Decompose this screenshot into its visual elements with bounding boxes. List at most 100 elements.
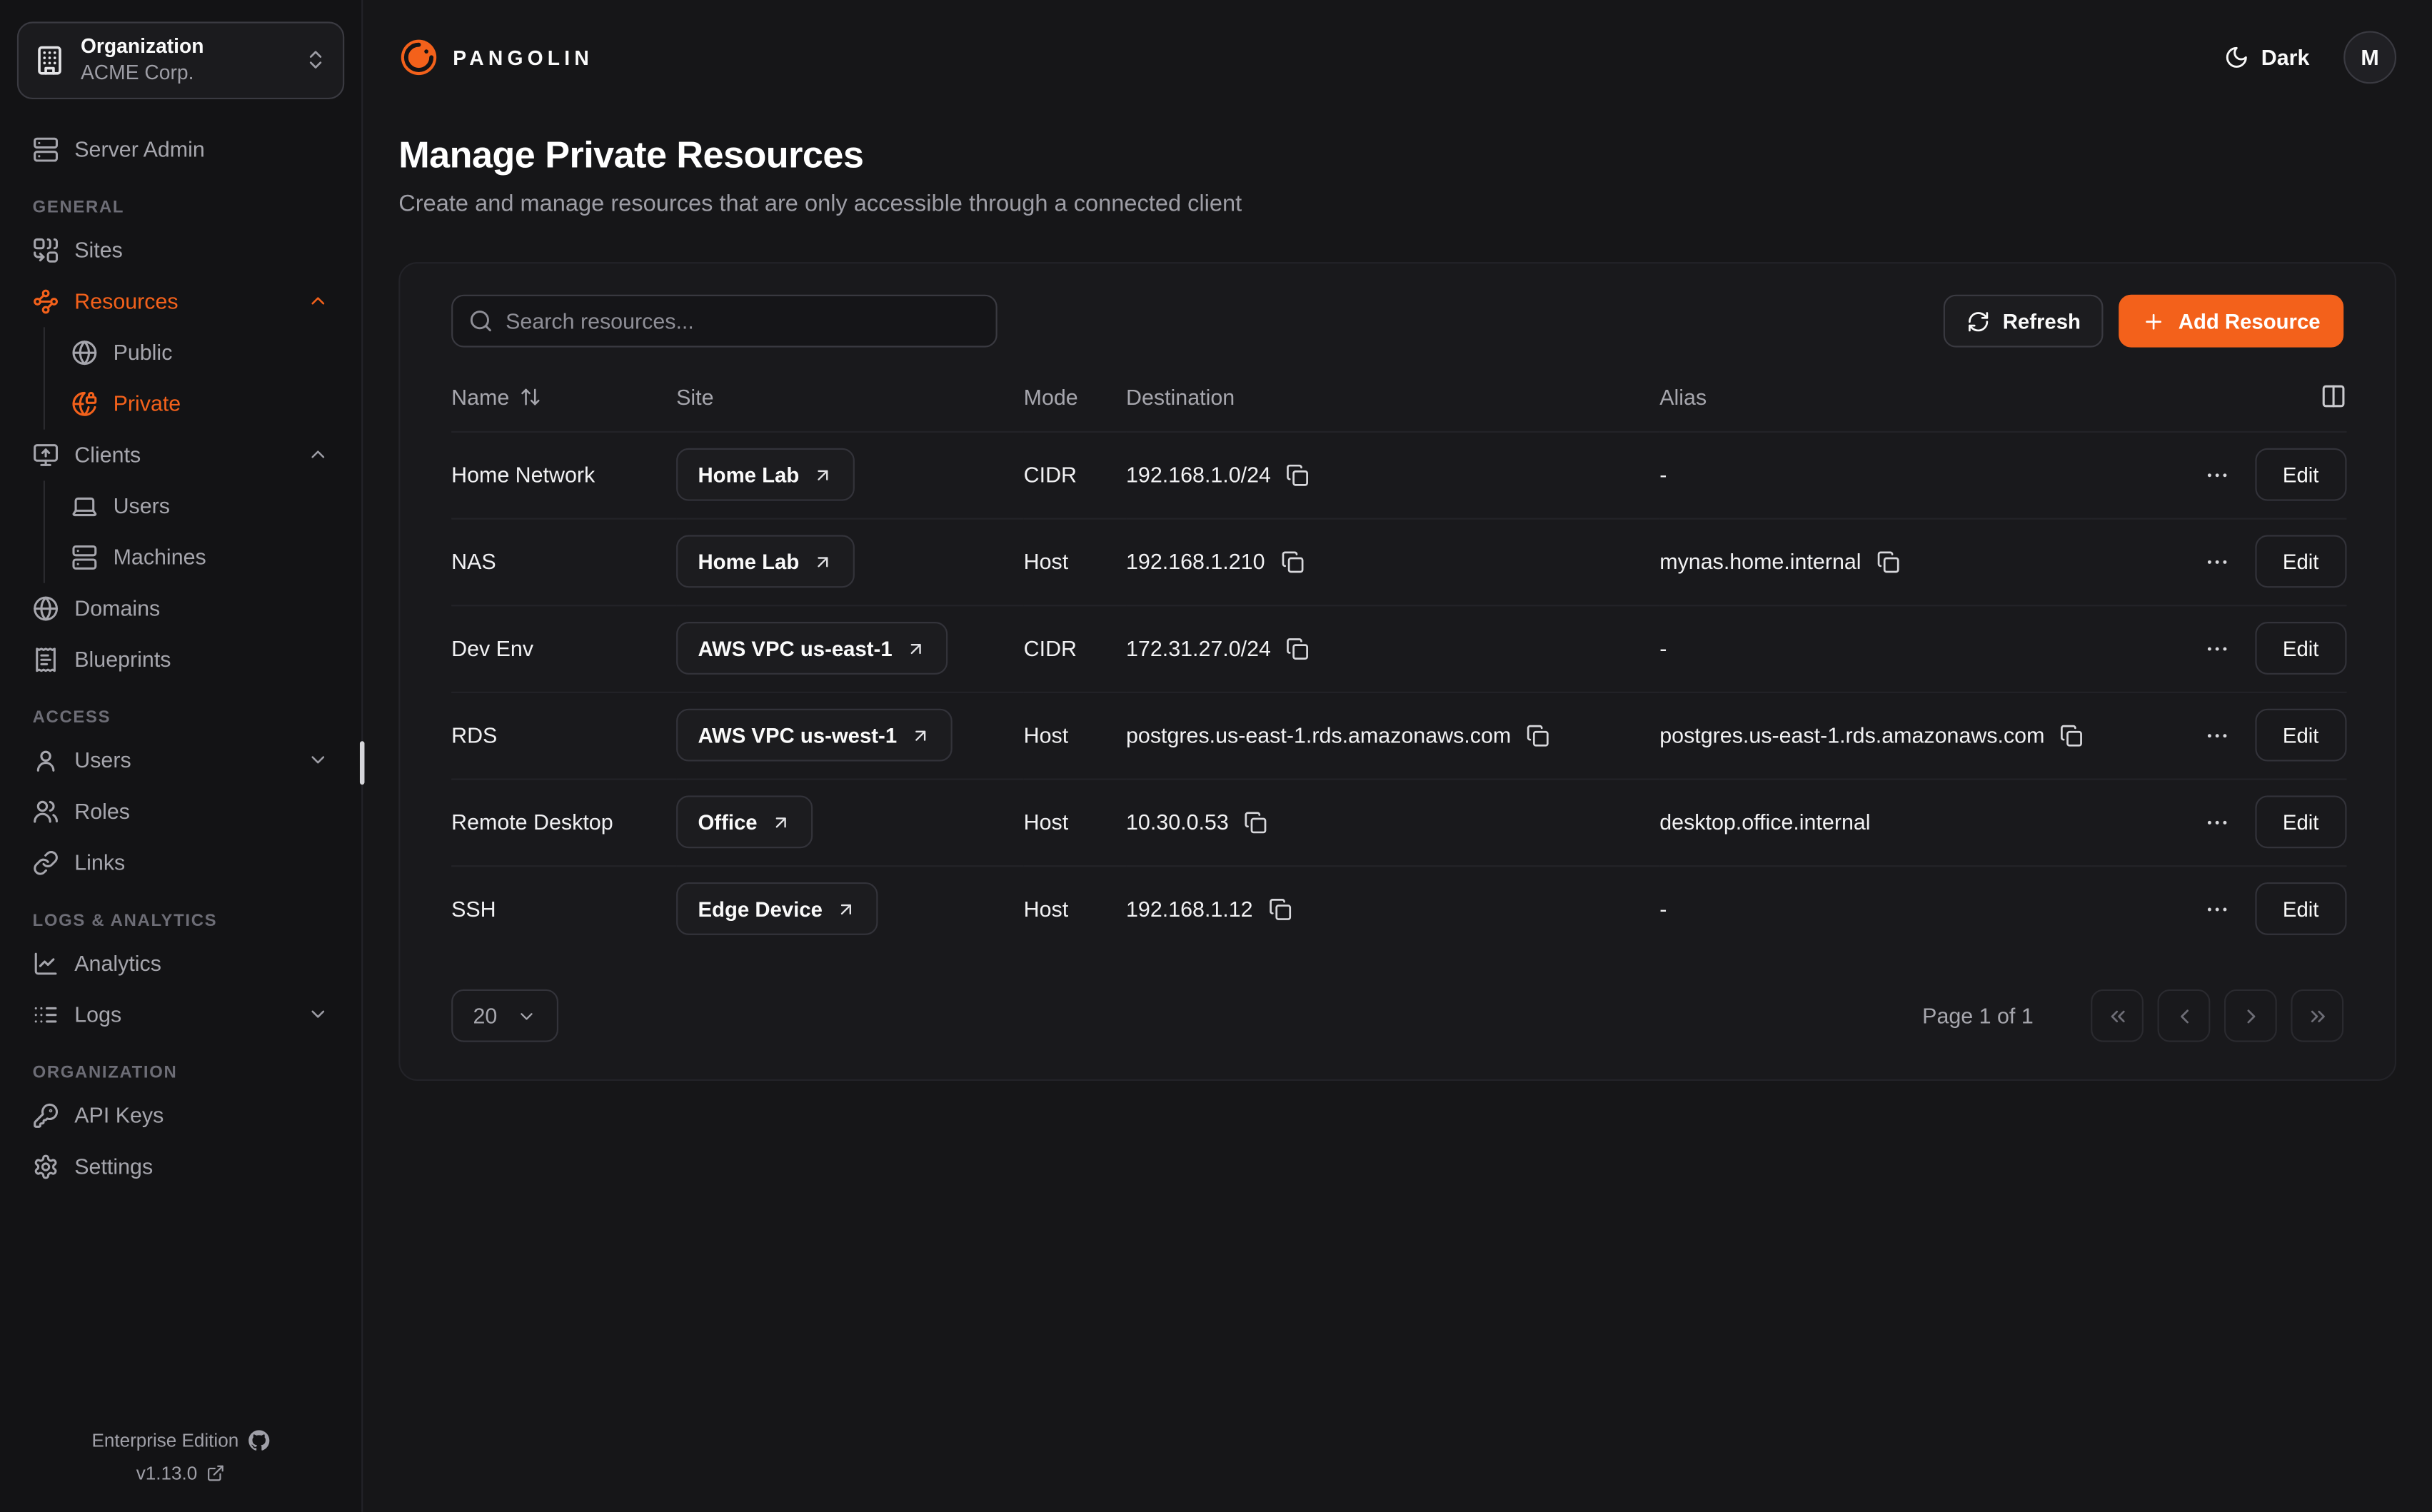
sidebar-item-label: Analytics [74,952,161,974]
sidebar-item-label: Private [114,393,181,414]
logs-icon [33,1001,59,1027]
sidebar-item-api-keys[interactable]: API Keys [17,1089,344,1141]
edit-button[interactable]: Edit [2255,883,2347,936]
cell-destination: 10.30.0.53 [1126,810,1229,835]
arrow-up-right-icon [813,551,833,571]
site-link-button[interactable]: Home Lab [676,448,855,501]
sidebar-item-label: Clients [74,443,141,465]
pagination: 20 Page 1 of 1 [451,989,2343,1042]
brand[interactable]: PANGOLIN [398,37,593,77]
copy-icon[interactable] [1287,637,1310,660]
avatar[interactable]: M [2343,31,2396,84]
org-switcher[interactable]: Organization ACME Corp. [17,21,344,99]
chevrons-up-down-icon [304,49,328,72]
theme-toggle[interactable]: Dark [2224,45,2310,70]
page-size-select[interactable]: 20 [451,989,558,1042]
sidebar-item-domains[interactable]: Domains [17,583,344,634]
sidebar-item-private[interactable]: Private [53,378,344,429]
sidebar-item-analytics[interactable]: Analytics [17,937,344,989]
chevron-down-icon [516,1006,536,1026]
arrow-up-right-icon [836,899,856,919]
edit-button[interactable]: Edit [2255,535,2347,588]
sidebar-item-sites[interactable]: Sites [17,224,344,276]
cell-name: SSH [451,865,676,952]
users-icon [33,798,59,825]
table-toolbar: Refresh Add Resource [451,295,2343,348]
columns-icon[interactable] [2321,383,2347,410]
site-link-button[interactable]: AWS VPC us-east-1 [676,622,948,675]
last-page-button[interactable] [2291,989,2343,1042]
sidebar-item-users[interactable]: Users [17,735,344,786]
sidebar-item-public[interactable]: Public [53,326,344,378]
row-menu-button[interactable] [2204,635,2230,662]
row-menu-button[interactable] [2204,722,2230,748]
search-input[interactable] [451,295,998,348]
copy-icon[interactable] [1268,897,1292,921]
copy-icon[interactable] [1244,810,1267,834]
version-label: v1.13.0 [136,1462,198,1483]
sidebar-item-resources[interactable]: Resources [17,276,344,327]
monitor-up-icon [33,441,59,468]
cell-name: NAS [451,518,676,605]
edit-button[interactable]: Edit [2255,448,2347,501]
cell-name: Remote Desktop [451,778,676,865]
pangolin-logo [398,37,438,77]
cell-alias: postgres.us-east-1.rds.amazonaws.com [1659,722,2044,747]
site-link-button[interactable]: Home Lab [676,535,855,588]
page-info: Page 1 of 1 [1922,1003,2034,1028]
chevron-left-icon [2172,1004,2196,1027]
site-link-button[interactable]: Office [676,795,813,848]
sidebar-item-machines[interactable]: Machines [53,531,344,583]
first-page-button[interactable] [2091,989,2144,1042]
edition-link[interactable]: Enterprise Edition [91,1430,269,1451]
next-page-button[interactable] [2224,989,2277,1042]
sidebar: Organization ACME Corp. Server Admin GEN… [0,0,363,1512]
site-label: AWS VPC us-east-1 [698,637,892,660]
row-menu-button[interactable] [2204,896,2230,922]
sidebar-item-settings[interactable]: Settings [17,1141,344,1192]
globe-lock-icon [71,390,98,416]
chevrons-right-icon [2306,1004,2329,1027]
plus-icon [2143,309,2166,333]
column-header-destination: Destination [1126,363,1659,431]
sidebar-nav: Server Admin GENERAL Sites Resources Pub… [17,124,344,1430]
copy-icon[interactable] [1280,550,1304,573]
sidebar-item-server-admin[interactable]: Server Admin [17,124,344,175]
copy-icon[interactable] [1876,550,1900,573]
site-link-button[interactable]: Edge Device [676,883,878,936]
section-logs-analytics: LOGS & ANALYTICS [17,911,344,929]
row-menu-button[interactable] [2204,548,2230,575]
brand-name: PANGOLIN [453,46,593,69]
sidebar-item-roles[interactable]: Roles [17,785,344,837]
copy-icon[interactable] [2060,723,2084,747]
column-header-name: Name [451,384,509,409]
edit-button[interactable]: Edit [2255,709,2347,762]
receipt-icon [33,646,59,672]
sidebar-scrollbar-thumb[interactable] [360,741,365,785]
server-icon [33,136,59,162]
site-link-button[interactable]: AWS VPC us-west-1 [676,709,953,762]
sidebar-item-links[interactable]: Links [17,837,344,888]
edit-button[interactable]: Edit [2255,795,2347,848]
sidebar-item-blueprints[interactable]: Blueprints [17,633,344,685]
row-menu-button[interactable] [2204,461,2230,488]
section-general: GENERAL [17,198,344,216]
key-icon [33,1102,59,1128]
cell-destination: 192.168.1.0/24 [1126,462,1271,487]
sidebar-item-logs[interactable]: Logs [17,989,344,1040]
sidebar-item-clients[interactable]: Clients [17,429,344,480]
cell-mode: CIDR [1024,431,1126,518]
refresh-button[interactable]: Refresh [1944,295,2104,348]
prev-page-button[interactable] [2158,989,2211,1042]
sidebar-item-client-users[interactable]: Users [53,480,344,531]
edit-button[interactable]: Edit [2255,622,2347,675]
version-link[interactable]: v1.13.0 [136,1462,226,1483]
cell-mode: Host [1024,778,1126,865]
sort-icon[interactable] [520,385,541,407]
github-icon [248,1430,269,1451]
copy-icon[interactable] [1527,723,1550,747]
cell-mode: CIDR [1024,605,1126,692]
row-menu-button[interactable] [2204,809,2230,835]
copy-icon[interactable] [1287,463,1310,486]
add-resource-button[interactable]: Add Resource [2119,295,2343,348]
